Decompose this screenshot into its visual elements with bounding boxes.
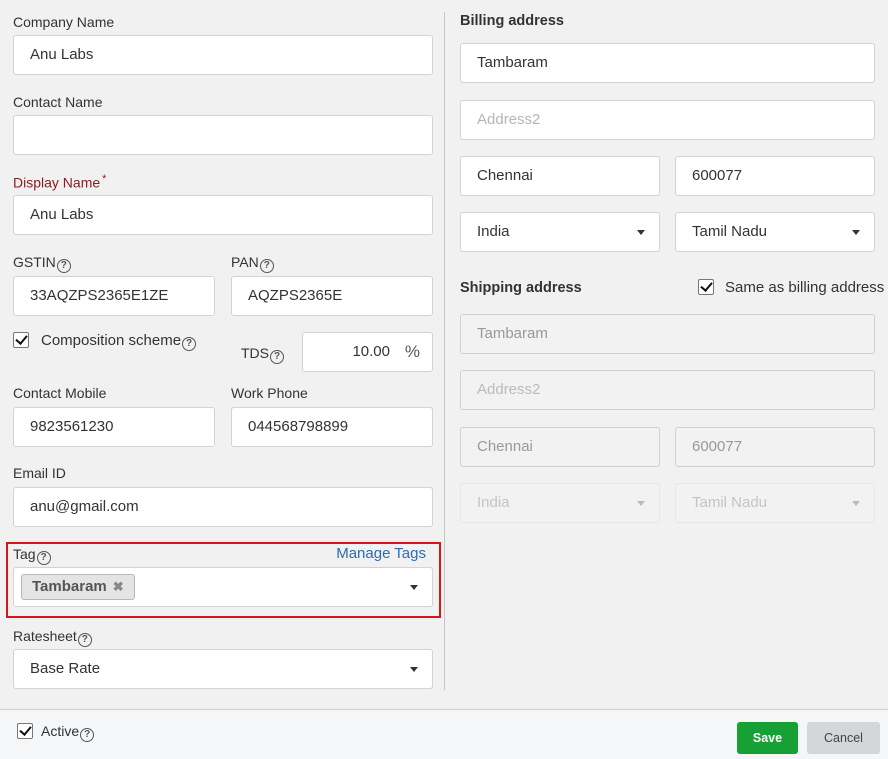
shipping-state-select[interactable]: Tamil Nadu — [675, 483, 875, 523]
tag-label-text: Tag — [13, 546, 36, 562]
same-as-billing-label: Same as billing address — [725, 279, 885, 296]
pan-label-text: PAN — [231, 254, 259, 270]
composition-scheme-checkbox[interactable] — [13, 332, 29, 348]
work-phone-label: Work Phone — [231, 385, 308, 401]
same-as-billing-checkbox[interactable] — [698, 279, 714, 295]
shipping-address2-input[interactable]: Address2 — [460, 370, 875, 410]
tds-value: 10.00 — [352, 343, 390, 360]
contact-mobile-input[interactable]: 9823561230 — [13, 407, 215, 447]
email-input[interactable]: anu@gmail.com — [13, 487, 433, 527]
billing-pincode-input[interactable]: 600077 — [675, 156, 875, 196]
billing-address1-input[interactable]: Tambaram — [460, 43, 875, 83]
work-phone-input[interactable]: 044568798899 — [231, 407, 433, 447]
gstin-input[interactable]: 33AQZPS2365E1ZE — [13, 276, 215, 316]
active-checkbox[interactable] — [17, 723, 33, 739]
shipping-city-input[interactable]: Chennai — [460, 427, 660, 467]
tag-label: Tag? — [13, 546, 51, 565]
help-icon[interactable]: ? — [259, 259, 274, 273]
active-label: Active? — [41, 723, 95, 742]
chevron-down-icon — [637, 501, 645, 506]
help-icon[interactable]: ? — [182, 337, 197, 351]
help-icon[interactable]: ? — [80, 728, 95, 742]
ratesheet-label-text: Ratesheet — [13, 628, 77, 644]
tag-chip-label: Tambaram — [32, 578, 107, 595]
display-name-label-text: Display Name — [13, 174, 101, 191]
help-icon[interactable]: ? — [56, 259, 71, 273]
percent-sign: % — [404, 342, 420, 361]
column-divider — [444, 12, 445, 690]
chevron-down-icon[interactable] — [410, 585, 418, 590]
display-name-label: Display Name * — [13, 173, 106, 191]
billing-state-select[interactable]: Tamil Nadu — [675, 212, 875, 252]
contact-mobile-label: Contact Mobile — [13, 385, 107, 401]
shipping-country-select[interactable]: India — [460, 483, 660, 523]
ratesheet-label: Ratesheet? — [13, 628, 92, 647]
ratesheet-value: Base Rate — [30, 660, 101, 677]
billing-state-value: Tamil Nadu — [692, 223, 768, 240]
help-icon[interactable]: ? — [77, 633, 92, 647]
billing-country-select[interactable]: India — [460, 212, 660, 252]
tds-label: TDS? — [241, 345, 284, 364]
shipping-pincode-input[interactable]: 600077 — [675, 427, 875, 467]
tds-input[interactable]: 10.00% — [302, 332, 433, 372]
tag-chip: Tambaram ✖ — [21, 574, 135, 600]
active-label-text: Active — [41, 723, 80, 739]
billing-address-title: Billing address — [460, 13, 564, 29]
cancel-button[interactable]: Cancel — [807, 722, 880, 754]
shipping-address1-input[interactable]: Tambaram — [460, 314, 875, 354]
email-label: Email ID — [13, 465, 66, 481]
required-marker: * — [102, 173, 107, 185]
help-icon[interactable]: ? — [36, 551, 51, 565]
chevron-down-icon[interactable] — [637, 230, 645, 235]
gstin-label-text: GSTIN — [13, 254, 56, 270]
help-icon[interactable]: ? — [270, 350, 284, 364]
billing-country-value: India — [477, 223, 510, 240]
shipping-state-value: Tamil Nadu — [692, 494, 768, 511]
composition-scheme-label: Composition scheme? — [41, 332, 197, 351]
pan-label: PAN? — [231, 254, 274, 273]
shipping-address-title: Shipping address — [460, 280, 582, 296]
company-name-label: Company Name — [13, 14, 115, 30]
company-name-input[interactable]: Anu Labs — [13, 35, 433, 75]
shipping-country-value: India — [477, 494, 510, 511]
pan-input[interactable]: AQZPS2365E — [231, 276, 433, 316]
tds-label-text: TDS — [241, 345, 269, 361]
display-name-input[interactable]: Anu Labs — [13, 195, 433, 235]
billing-city-input[interactable]: Chennai — [460, 156, 660, 196]
chevron-down-icon — [852, 501, 860, 506]
save-button[interactable]: Save — [737, 722, 798, 754]
manage-tags-link[interactable]: Manage Tags — [336, 545, 426, 562]
contact-name-input[interactable] — [13, 115, 433, 155]
chevron-down-icon[interactable] — [852, 230, 860, 235]
billing-address2-input[interactable]: Address2 — [460, 100, 875, 140]
gstin-label: GSTIN? — [13, 254, 71, 273]
footer-bar: Active? Save Cancel — [0, 709, 888, 759]
contact-name-label: Contact Name — [13, 94, 103, 110]
ratesheet-select[interactable]: Base Rate — [13, 649, 433, 689]
remove-tag-icon[interactable]: ✖ — [113, 579, 124, 594]
tag-select[interactable]: Tambaram ✖ — [13, 567, 433, 607]
chevron-down-icon[interactable] — [410, 667, 418, 672]
composition-scheme-label-text: Composition scheme — [41, 332, 182, 349]
